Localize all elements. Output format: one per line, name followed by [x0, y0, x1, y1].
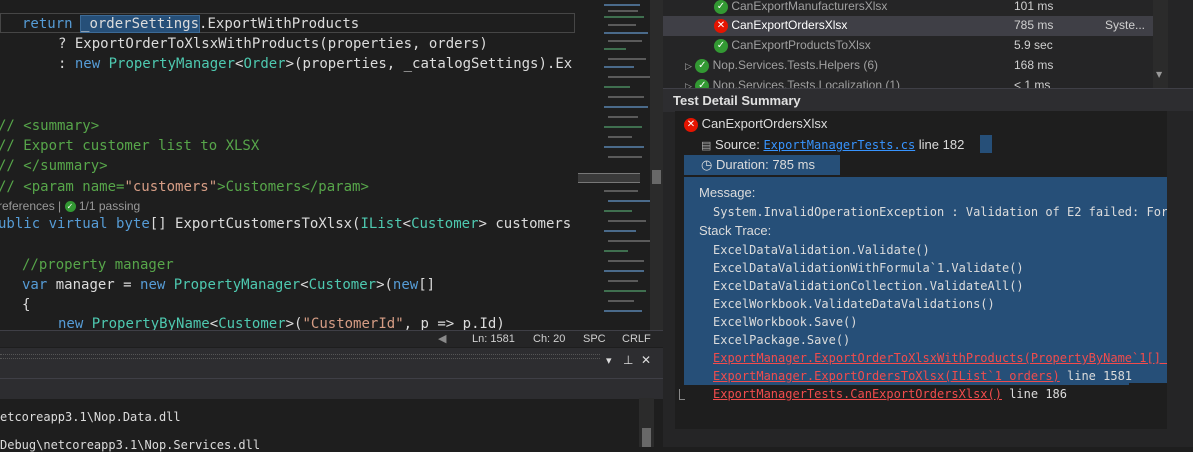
code-line-return[interactable]: return _orderSettings.ExportWithProducts [22, 14, 359, 34]
codelens-references[interactable]: references [0, 199, 55, 213]
line-ending-indicator[interactable]: CRLF [622, 331, 651, 347]
detail-test-name: ✕ CanExportOrdersXlsx [684, 116, 827, 132]
scrollbar-thumb[interactable] [642, 428, 651, 447]
codelens-tests[interactable]: 1/1 passing [79, 199, 140, 213]
codelens[interactable]: references | ✓ 1/1 passing [0, 197, 140, 215]
code-comment-summary-open[interactable]: // <summary> [0, 116, 99, 136]
test-row-clipped[interactable]: ▷ ✓ Nop.Services.Tests.Localization (1) … [663, 78, 1168, 88]
output-toolbar [0, 378, 663, 399]
stack-frame-link[interactable]: ExportManager.ExportOrdersToXlsx(IList`1… [713, 369, 1060, 383]
stack-frame[interactable]: ExcelWorkbook.Save() [713, 314, 858, 330]
test-row[interactable]: ✓ CanExportProductsToXlsx [714, 38, 871, 53]
test-pass-icon: ✓ [695, 78, 710, 88]
source-file-link[interactable]: ExportManagerTests.cs [763, 138, 915, 152]
stack-frame-with-line: ExportManagerTests.CanExportOrdersXlsx()… [713, 387, 1068, 401]
test-pass-icon: ✓ [695, 58, 710, 73]
stack-frame[interactable]: ExcelDataValidationCollection.ValidateAl… [713, 278, 1024, 294]
output-line: Debug\netcoreapp3.1\Nop.Services.dll [0, 438, 261, 452]
expand-icon[interactable]: ▷ [685, 61, 692, 71]
pin-icon[interactable]: ⊥ [623, 353, 633, 367]
test-fail-icon: ✕ [684, 117, 698, 132]
detail-source: ▤ Source: ExportManagerTests.cs line 182 [701, 137, 965, 152]
stack-frame-link[interactable]: ExportManager.ExportOrderToXlsxWithProdu… [713, 350, 1167, 366]
scroll-left-icon[interactable]: ◀ [438, 331, 446, 347]
detail-header: Test Detail Summary [663, 88, 1193, 112]
stack-frame[interactable]: ExcelDataValidation.Validate() [713, 242, 930, 258]
output-line: etcoreapp3.1\Nop.Data.dll [0, 410, 181, 424]
output-scrollbar[interactable] [639, 398, 654, 447]
code-line-brace[interactable]: { [22, 295, 30, 315]
indent-indicator[interactable]: SPC [583, 331, 606, 347]
test-duration: 785 ms [1014, 18, 1054, 32]
code-line-var-manager[interactable]: var manager = new PropertyManager<Custom… [22, 275, 435, 295]
document-icon: ▤ [701, 140, 712, 152]
detail-title: Test Detail Summary [673, 93, 801, 108]
code-line-method-signature[interactable]: ublic virtual byte[] ExportCustomersToXl… [0, 214, 571, 234]
code-comment-param[interactable]: // <param name="customers">Customers</pa… [0, 177, 369, 197]
message-label: Message: [699, 185, 756, 200]
test-error-message: Syste... [1105, 18, 1146, 32]
error-message[interactable]: System.InvalidOperationException : Valid… [713, 204, 1167, 220]
stack-frame[interactable]: ExcelPackage.Save() [713, 332, 850, 348]
test-fail-icon: ✕ [714, 18, 728, 33]
test-duration: 101 ms [1014, 0, 1054, 13]
test-row[interactable]: ✓ CanExportManufacturersXlsx [714, 0, 887, 14]
code-comment-summary-close[interactable]: // </summary> [0, 156, 108, 176]
stack-frame[interactable]: ExcelWorkbook.ValidateDataValidations() [713, 296, 995, 312]
test-row[interactable]: ✕ CanExportOrdersXlsx [714, 18, 847, 33]
stack-trace-label: Stack Trace: [699, 223, 772, 238]
test-pass-icon: ✓ [64, 201, 76, 213]
code-line-ternary-false[interactable]: : new PropertyManager<Order>(properties,… [58, 54, 572, 74]
editor-vertical-scrollbar[interactable] [650, 0, 663, 330]
code-comment-property-manager[interactable]: //property manager [22, 255, 174, 275]
line-indicator[interactable]: Ln: 1581 [472, 331, 515, 347]
output-pane-header: ▾ ⊥ ✕ [0, 348, 663, 378]
detail-duration: ◷ Duration: 785 ms [701, 157, 815, 173]
test-detail-summary[interactable]: ✕ CanExportOrdersXlsx ▤ Source: ExportMa… [675, 111, 1167, 429]
stack-frame-with-line: ExportManager.ExportOrdersToXlsx(IList`1… [713, 369, 1133, 383]
stack-frame[interactable]: ExcelDataValidationWithFormula`1.Validat… [713, 260, 1024, 276]
scrollbar-thumb[interactable] [652, 170, 661, 184]
scroll-down-icon[interactable]: ▼ [1156, 70, 1162, 79]
test-pass-icon: ✓ [714, 38, 728, 53]
code-line-property-by-name[interactable]: new PropertyByName<Customer>("CustomerId… [58, 314, 505, 330]
close-icon[interactable]: ✕ [641, 353, 651, 367]
test-duration: 168 ms [1014, 58, 1054, 72]
clock-icon: ◷ [701, 158, 713, 173]
code-editor[interactable]: return _orderSettings.ExportWithProducts… [0, 0, 578, 330]
test-group-row[interactable]: ▷ ✓ Nop.Services.Tests.Helpers (6) [685, 58, 878, 73]
test-pass-icon: ✓ [714, 0, 728, 14]
column-indicator[interactable]: Ch: 20 [533, 331, 565, 347]
code-line-ternary-true[interactable]: ? ExportOrderToXlsxWithProducts(properti… [58, 34, 488, 54]
stack-frame-link[interactable]: ExportManagerTests.CanExportOrdersXlsx() [713, 387, 1002, 401]
minimap-viewport[interactable] [578, 173, 640, 183]
code-comment-description[interactable]: // Export customer list to XLSX [0, 136, 259, 156]
test-duration: 5.9 sec [1014, 38, 1053, 52]
dropdown-arrow-icon[interactable]: ▾ [606, 354, 612, 367]
editor-status-bar: ◀ Ln: 1581 Ch: 20 SPC CRLF [0, 330, 663, 347]
tree-line [679, 389, 685, 400]
test-list-scrollbar[interactable]: ▼ [1153, 0, 1168, 88]
